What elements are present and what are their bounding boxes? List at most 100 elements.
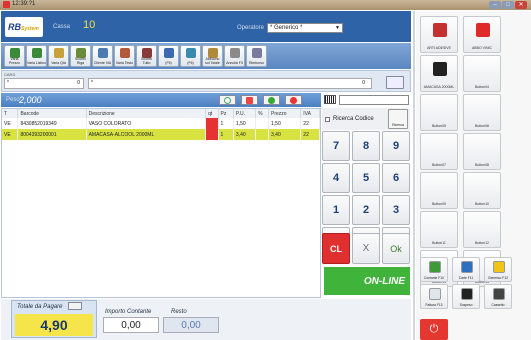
keypad-key[interactable]: 9 xyxy=(382,131,410,161)
column-header[interactable]: % xyxy=(255,109,270,118)
barcode-input[interactable] xyxy=(339,95,409,105)
toolbar-button-6[interactable]: Varia Testo xyxy=(114,45,135,67)
title-bar: 12:39:?1 – □ ✕ xyxy=(0,0,531,10)
ok-button[interactable]: Ok xyxy=(382,233,410,264)
function-grid: Contante F10 Carte F11 Generico F12 Fattura… xyxy=(420,257,512,309)
calc-icon xyxy=(186,48,196,58)
function-button[interactable]: Contante F10 xyxy=(420,257,448,282)
function-button[interactable]: Carte F11 xyxy=(452,257,480,282)
barcode-icon xyxy=(324,95,336,104)
product-button[interactable]: Button09 xyxy=(420,172,458,209)
toolbar-button-1[interactable]: Varia Prezzo xyxy=(4,45,25,67)
product-button[interactable]: Button08 xyxy=(463,133,501,170)
totale-button[interactable] xyxy=(68,302,82,310)
table-cell: AMACASA-ALCOOL 2000ML xyxy=(86,129,207,140)
toolbar-button-12[interactable]: Rimborso xyxy=(246,45,267,67)
action-keys: CL X Ok xyxy=(322,233,410,266)
cassa-value: 10 xyxy=(83,19,96,31)
table-cell: VE xyxy=(2,118,19,129)
medical-icon xyxy=(476,23,490,37)
toolbar-button-label: Abbuono sul Totale xyxy=(205,57,220,65)
toolbar-button-label: Rimborso xyxy=(249,61,264,65)
toolbar-button-4[interactable]: Sconto Riga xyxy=(70,45,91,67)
ricerca-label: Ricerca Codice xyxy=(333,116,374,122)
add-button[interactable] xyxy=(263,95,280,105)
table-cell xyxy=(205,118,219,129)
function-button[interactable]: Fattura F13 xyxy=(420,284,448,309)
table-row[interactable]: VE 8430852019349 VASO COLORATO 1 1,50 1,50 22 xyxy=(2,118,320,129)
toolbar-button-label: Annulla F3 xyxy=(226,61,243,65)
importo-field[interactable]: 0,00 xyxy=(103,317,159,333)
refresh-button[interactable] xyxy=(219,95,236,105)
power-button[interactable]: ⏻ xyxy=(420,319,448,340)
toolbar-button-label: Varia Qtà xyxy=(51,61,66,65)
column-header[interactable]: T xyxy=(2,109,19,118)
remove-button[interactable] xyxy=(285,95,302,105)
keypad-key[interactable]: 2 xyxy=(352,195,380,225)
toolbar-button-10[interactable]: Abbuono sul Totale xyxy=(202,45,223,67)
toolbar-button-9[interactable]: (F6) xyxy=(180,45,201,67)
column-header[interactable]: qt xyxy=(205,109,219,118)
product-button[interactable]: ABBO VINIC xyxy=(463,16,501,53)
column-header[interactable]: Descrizione xyxy=(86,109,207,118)
product-button[interactable]: Button05 xyxy=(420,94,458,131)
column-header[interactable]: IVA xyxy=(300,109,320,118)
money-list-icon xyxy=(32,48,42,58)
clear-button[interactable]: CL xyxy=(322,233,350,264)
resto-label: Resto xyxy=(171,309,187,315)
cancel-button[interactable]: X xyxy=(352,233,380,264)
toolbar-button-5[interactable]: Cliente IVA xyxy=(92,45,113,67)
product-grid: ARTI ADESIVE ABBO VINIC AMACASA 2000ML Butt… xyxy=(420,16,501,287)
toolbar-button-label: (F5) xyxy=(165,61,172,65)
user-icon xyxy=(98,48,108,58)
toolbar-button-8[interactable]: (F5) xyxy=(158,45,179,67)
table-row[interactable]: VE 8004393200001 AMACASA-ALCOOL 2000ML 1 3,4… xyxy=(2,129,320,140)
eraser-button[interactable] xyxy=(241,95,258,105)
app-icon xyxy=(3,1,10,8)
close-button[interactable]: ✕ xyxy=(515,1,527,9)
table-cell: 1 xyxy=(218,118,234,129)
keypad-key[interactable]: 8 xyxy=(352,131,380,161)
card-field[interactable]: * 0 xyxy=(4,78,84,89)
keypad-key[interactable]: 5 xyxy=(352,163,380,193)
keypad-key[interactable]: 6 xyxy=(382,163,410,193)
ricerca-checkbox[interactable] xyxy=(325,117,330,122)
keyboard-button[interactable] xyxy=(386,76,404,89)
column-header[interactable]: Barcode xyxy=(17,109,87,118)
keypad-key[interactable]: 3 xyxy=(382,195,410,225)
function-button[interactable]: Cassetto xyxy=(484,284,512,309)
cancel-icon xyxy=(230,48,240,58)
peso-label: Peso xyxy=(6,97,20,103)
product-button[interactable]: AMACASA 2000ML xyxy=(420,55,458,92)
toolbar-button-7[interactable]: Sconto Tutto xyxy=(136,45,157,67)
column-header[interactable]: Pz xyxy=(218,109,234,118)
toolbar-button-label: Sconto Riga xyxy=(75,57,86,65)
toolbar-button-2[interactable]: Varia Listino xyxy=(26,45,47,67)
product-button[interactable]: Button04 xyxy=(463,55,501,92)
ricerca-button[interactable]: Ricerca xyxy=(388,109,408,129)
function-button[interactable]: Sospeso xyxy=(452,284,480,309)
toolbar-button-3[interactable]: Varia Qtà xyxy=(48,45,69,67)
keypad-key[interactable]: 7 xyxy=(322,131,350,161)
product-button[interactable]: Button12 xyxy=(463,211,501,248)
product-button[interactable]: ARTI ADESIVE xyxy=(420,16,458,53)
description-field[interactable]: * 0 xyxy=(88,78,372,89)
tag-icon xyxy=(433,23,447,37)
table-cell xyxy=(255,129,270,140)
keypad-key[interactable]: 1 xyxy=(322,195,350,225)
chevron-down-icon: ▼ xyxy=(335,25,340,31)
product-label: Button10 xyxy=(474,202,489,206)
product-button[interactable]: Button06 xyxy=(463,94,501,131)
toolbar-button-11[interactable]: Annulla F3 xyxy=(224,45,245,67)
keypad-key[interactable]: 4 xyxy=(322,163,350,193)
minimize-button[interactable]: – xyxy=(489,1,501,9)
product-button[interactable]: Button11 xyxy=(420,211,458,248)
product-button[interactable]: Button07 xyxy=(420,133,458,170)
maximize-button[interactable]: □ xyxy=(502,1,514,9)
column-header[interactable]: P.U. xyxy=(233,109,257,118)
eraser-icon xyxy=(246,97,253,104)
column-header[interactable]: Prezzo xyxy=(268,109,302,118)
operatore-select[interactable]: * Generico * ▼ xyxy=(267,23,343,33)
product-button[interactable]: Button10 xyxy=(463,172,501,209)
function-button[interactable]: Generico F12 xyxy=(484,257,512,282)
